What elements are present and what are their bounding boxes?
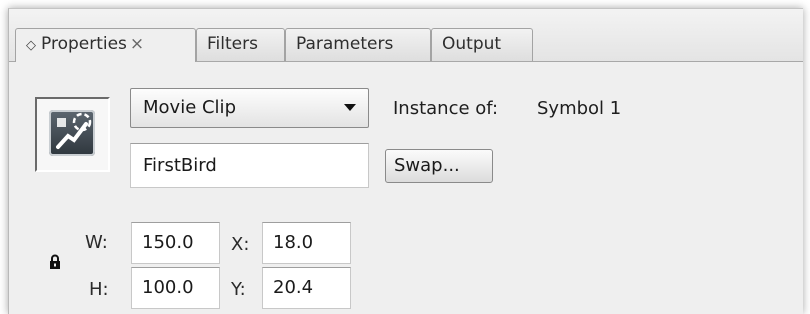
movie-clip-icon: [49, 110, 95, 156]
tab-bar: ◇ Properties × Filters Parameters Output: [9, 9, 803, 62]
close-icon[interactable]: ×: [130, 34, 144, 54]
y-field[interactable]: 20.4: [262, 267, 351, 309]
height-field[interactable]: 100.0: [131, 267, 220, 309]
tab-properties-label: Properties: [41, 34, 127, 54]
x-field[interactable]: 18.0: [262, 222, 351, 264]
tab-filters-label: Filters: [207, 34, 258, 54]
instance-of-label: Instance of:: [393, 98, 499, 119]
chevron-down-icon: [344, 104, 356, 111]
tab-parameters-label: Parameters: [296, 34, 394, 54]
lock-icon[interactable]: [49, 254, 61, 270]
swap-button[interactable]: Swap...: [385, 149, 493, 183]
width-field[interactable]: 150.0: [131, 222, 220, 264]
height-label: H:: [89, 279, 109, 300]
symbol-type-dropdown[interactable]: Movie Clip: [130, 88, 369, 128]
properties-panel: ◇ Properties × Filters Parameters Output M…: [8, 8, 803, 314]
y-label: Y:: [231, 279, 246, 300]
tab-filters[interactable]: Filters: [196, 28, 285, 61]
symbol-preview: [35, 97, 110, 172]
tab-properties[interactable]: ◇ Properties ×: [15, 28, 196, 62]
tab-output-label: Output: [442, 34, 502, 54]
width-label: W:: [85, 232, 108, 253]
instance-of-value: Symbol 1: [537, 98, 622, 119]
symbol-type-value: Movie Clip: [143, 97, 236, 118]
instance-name-field[interactable]: FirstBird: [130, 143, 369, 188]
x-label: X:: [231, 234, 250, 255]
tab-output[interactable]: Output: [431, 28, 533, 61]
tab-parameters[interactable]: Parameters: [285, 28, 431, 61]
collapse-toggle-icon[interactable]: ◇: [26, 38, 36, 53]
